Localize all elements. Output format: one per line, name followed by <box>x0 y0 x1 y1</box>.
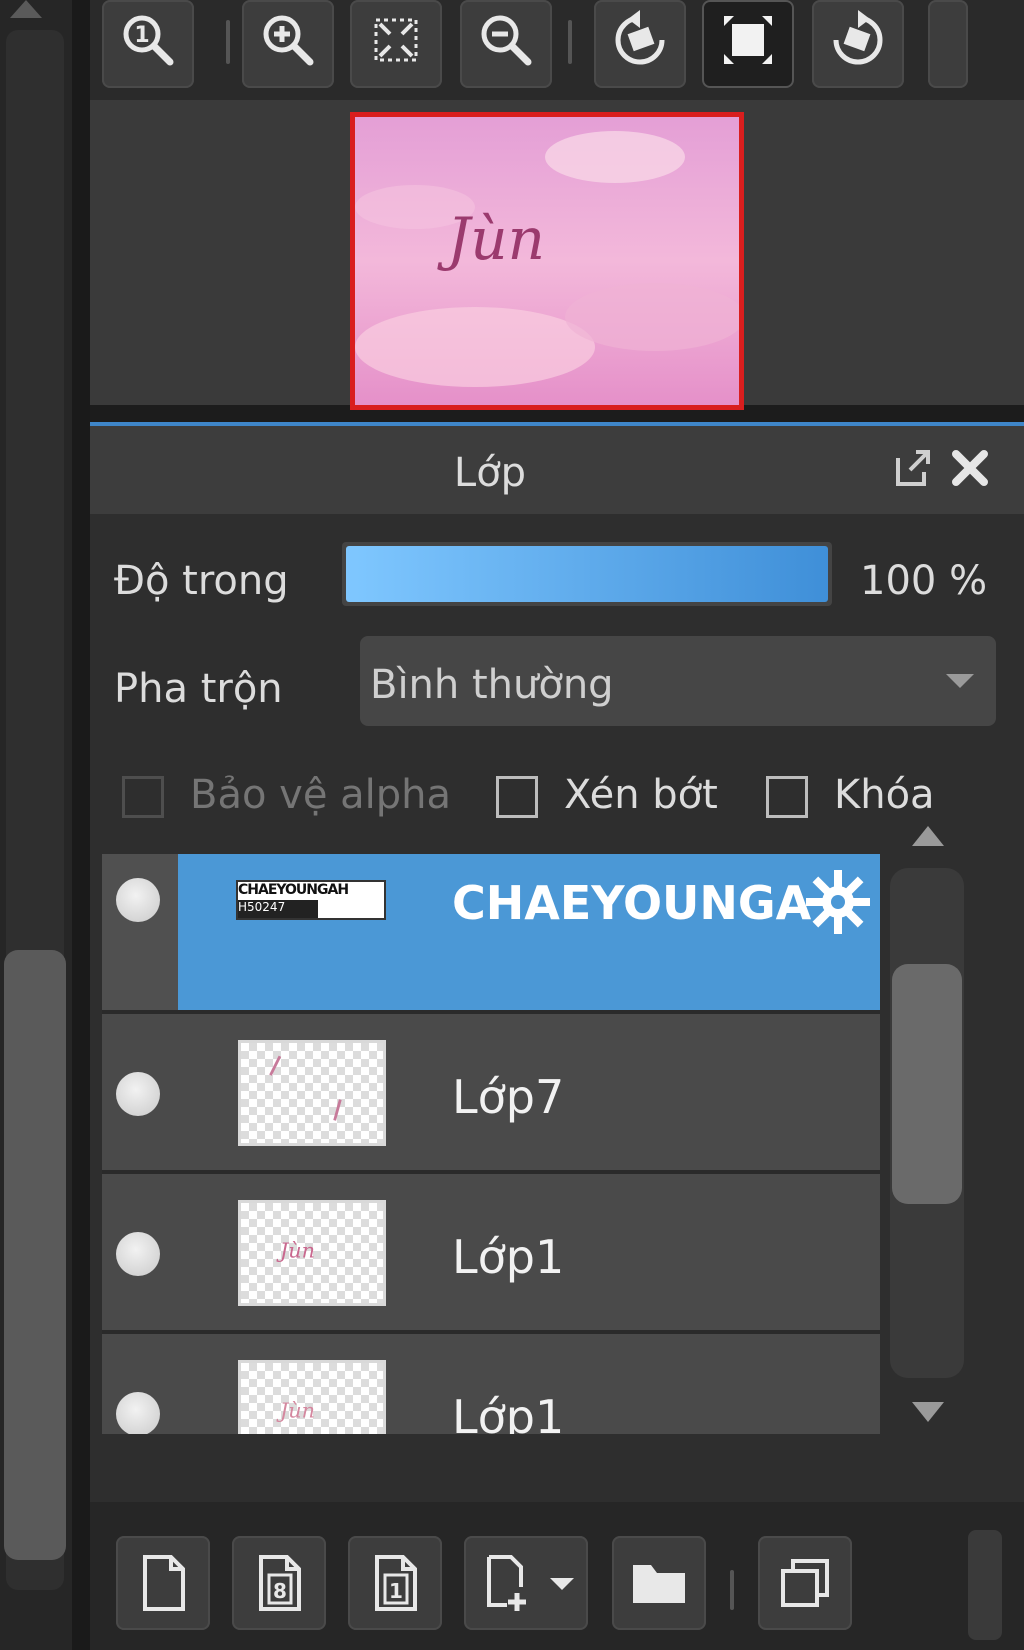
new-layer-icon <box>143 1555 185 1611</box>
gear-icon[interactable] <box>802 866 874 938</box>
add-layer-dropdown-icon <box>487 1555 526 1611</box>
rotate-left-button[interactable] <box>594 0 686 88</box>
opacity-slider-fill <box>346 546 828 602</box>
toolbar-separator <box>730 1570 734 1610</box>
layer-row[interactable]: CHAEYOUNGAH H50247 CHAEYOUNGA <box>102 854 880 1014</box>
svg-text:1: 1 <box>134 23 149 48</box>
close-icon[interactable] <box>948 446 992 490</box>
undock-icon[interactable] <box>890 446 934 490</box>
layer-name: Lớp7 <box>452 1070 565 1124</box>
layer-row[interactable]: Jùn Lớp1 <box>102 1174 880 1334</box>
zoom-out-icon <box>481 15 532 66</box>
visibility-toggle[interactable] <box>116 1392 160 1434</box>
canvas-preview[interactable]: Jùn <box>350 112 744 410</box>
thumbnail-art: Jùn <box>276 1399 315 1423</box>
new-folder-button[interactable] <box>612 1536 706 1630</box>
visibility-toggle[interactable] <box>116 1072 160 1116</box>
opacity-value: 100 % <box>860 558 988 604</box>
navigator-toolbar: 1 <box>90 0 1024 100</box>
new-layer-button[interactable] <box>116 1536 210 1630</box>
blend-mode-value: Bình thường <box>370 662 614 708</box>
layer-list-scrollbar <box>886 814 970 1446</box>
visibility-toggle[interactable] <box>116 1232 160 1276</box>
chevron-down-icon <box>550 1578 574 1590</box>
thumbnail-text: Jùn <box>276 1239 315 1263</box>
layer-name: Lớp1 <box>452 1230 565 1284</box>
clipping-label: Xén bớt <box>564 772 718 818</box>
thumbnail-art <box>269 1055 342 1121</box>
svg-text:8: 8 <box>273 1579 287 1603</box>
new-8bit-layer-button[interactable]: 8 <box>232 1536 326 1630</box>
protect-alpha-label: Bảo vệ alpha <box>190 772 452 818</box>
thumbnail-art: Jùn <box>276 1239 315 1263</box>
thumbnail-text: Jùn <box>276 1399 315 1423</box>
left-scrollbar-thumb[interactable] <box>4 950 66 1560</box>
svg-text:1: 1 <box>389 1579 403 1603</box>
toolbar-separator <box>568 20 572 64</box>
thumbnail-text: CHAEYOUNGAH <box>238 882 384 900</box>
new-folder-icon <box>633 1565 685 1603</box>
layer-toolbar: 8 1 <box>90 1502 1024 1650</box>
add-layer-dropdown-button[interactable] <box>464 1536 588 1630</box>
fit-screen-button[interactable] <box>702 0 794 88</box>
scrollbar-thumb[interactable] <box>892 964 962 1204</box>
layer-panel-header: Lớp <box>90 426 1024 514</box>
clipping-checkbox[interactable] <box>496 776 538 818</box>
new-1bit-layer-icon: 1 <box>375 1555 417 1611</box>
new-1bit-layer-button[interactable]: 1 <box>348 1536 442 1630</box>
zoom-out-button[interactable] <box>460 0 552 88</box>
fit-screen-icon <box>724 16 772 64</box>
scroll-down-arrow[interactable] <box>912 1402 944 1422</box>
layer-thumbnail: Jùn <box>238 1200 386 1306</box>
toolbar-grip[interactable] <box>968 1530 1002 1640</box>
blend-mode-label: Pha trộn <box>114 666 283 712</box>
layer-panel-body: Độ trong 100 % Pha trộn Bình thường Bảo … <box>90 514 1024 1650</box>
opacity-label: Độ trong <box>114 558 289 604</box>
navigator-panel: 1 Jùn <box>90 0 1024 410</box>
left-scroll-up-arrow[interactable] <box>10 0 42 18</box>
rotate-left-icon <box>615 10 665 65</box>
zoom-in-icon <box>263 15 314 66</box>
lock-checkbox[interactable] <box>766 776 808 818</box>
layer-thumbnail: CHAEYOUNGAH H50247 <box>236 880 386 920</box>
fit-to-window-button[interactable] <box>350 0 442 88</box>
layer-thumbnail: Jùn <box>238 1360 386 1434</box>
layer-list: CHAEYOUNGAH H50247 CHAEYOUNGA Lớp7 Jùn L… <box>102 854 880 1434</box>
layer-row[interactable]: Jùn Lớp1 <box>102 1334 880 1434</box>
fit-to-window-icon <box>374 18 418 62</box>
toolbar-separator <box>226 20 230 64</box>
visibility-toggle[interactable] <box>116 878 160 922</box>
layer-row[interactable]: Lớp7 <box>102 1014 880 1174</box>
zoom-in-button[interactable] <box>242 0 334 88</box>
opacity-slider[interactable] <box>342 542 832 606</box>
zoom-actual-size-button[interactable]: 1 <box>102 0 194 88</box>
duplicate-layer-icon <box>781 1559 829 1607</box>
scroll-up-arrow[interactable] <box>912 826 944 846</box>
layer-thumbnail <box>238 1040 386 1146</box>
lock-label: Khóa <box>834 772 935 818</box>
left-scroll-strip <box>0 0 72 1650</box>
panel-title: Lớp <box>453 450 527 496</box>
duplicate-layer-button[interactable] <box>758 1536 852 1630</box>
thumbnail-text: H50247 <box>238 900 318 918</box>
protect-alpha-checkbox[interactable] <box>122 776 164 818</box>
new-8bit-layer-icon: 8 <box>259 1555 301 1611</box>
layer-name: CHAEYOUNGA <box>452 876 812 930</box>
chevron-down-icon <box>946 674 974 688</box>
rotate-right-button[interactable] <box>812 0 904 88</box>
blend-mode-select[interactable]: Bình thường <box>360 636 996 726</box>
layer-name: Lớp1 <box>452 1390 565 1434</box>
navigator-menu-grip[interactable] <box>928 0 968 88</box>
canvas-preview-image: Jùn <box>355 117 739 405</box>
rotate-right-icon <box>833 10 883 65</box>
panel-divider <box>72 0 90 1650</box>
preview-text: Jùn <box>437 205 545 273</box>
zoom-actual-size-icon: 1 <box>123 15 174 66</box>
